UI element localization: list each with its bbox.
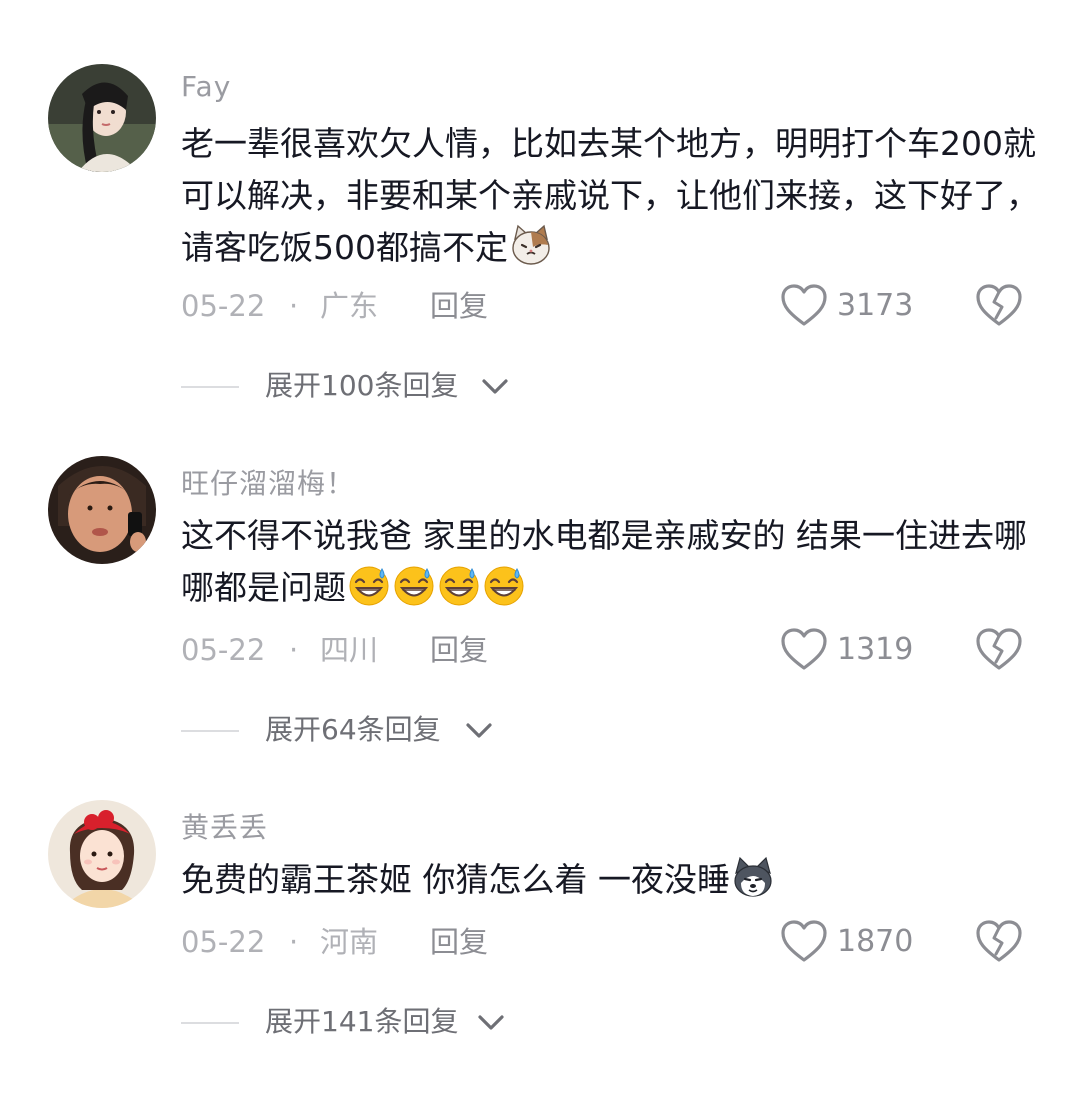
broken-heart-icon[interactable]	[974, 918, 1024, 966]
heart-icon[interactable]	[779, 282, 829, 330]
divider-line	[181, 730, 239, 732]
chevron-down-icon	[475, 1008, 507, 1036]
grinning-sweat-emoji-icon	[392, 563, 436, 607]
comment-username[interactable]: 黄丢丢	[181, 806, 268, 846]
comment-text: 老一辈很喜欢欠人情，比如去某个地方，明明打个车200就可以解决，非要和某个亲戚说…	[181, 124, 1039, 267]
broken-heart-icon[interactable]	[974, 282, 1024, 330]
expand-replies-label: 展开100条回复	[265, 369, 459, 402]
reply-button[interactable]: 回复	[430, 630, 488, 670]
heart-icon[interactable]	[779, 626, 829, 674]
divider-line	[181, 1022, 239, 1024]
grinning-sweat-emoji-icon	[482, 563, 526, 607]
grinning-sweat-emoji-icon	[347, 563, 391, 607]
comment-date: 05-22	[181, 289, 266, 323]
reply-button[interactable]: 回复	[430, 922, 488, 962]
comment-username[interactable]: Fay	[181, 70, 231, 103]
chevron-down-icon	[479, 372, 511, 400]
chevron-down-icon	[463, 716, 495, 744]
comment-username[interactable]: 旺仔溜溜梅！	[181, 462, 355, 502]
meta-separator: ·	[289, 633, 299, 667]
man-selfie-avatar-icon	[48, 456, 156, 564]
expand-replies-label: 展开64条回复	[265, 713, 441, 746]
meta-separator: ·	[289, 925, 299, 959]
woman-portrait-avatar-icon	[48, 64, 156, 172]
like-count: 1319	[837, 632, 914, 667]
meta-separator: ·	[289, 289, 299, 323]
comment-location: 四川	[320, 633, 379, 667]
comment-text: 这不得不说我爸 家里的水电都是亲戚安的 结果一住进去哪哪都是问题	[181, 516, 1027, 607]
comment-location: 广东	[320, 289, 379, 323]
broken-heart-icon[interactable]	[974, 626, 1024, 674]
girl-red-headband-avatar-icon	[48, 800, 156, 908]
grinning-sweat-emoji-icon	[437, 563, 481, 607]
like-count: 3173	[837, 288, 914, 323]
cat-face-emoji-icon	[512, 224, 550, 265]
heart-icon[interactable]	[779, 918, 829, 966]
reply-button[interactable]: 回复	[430, 286, 488, 326]
user-avatar[interactable]	[48, 64, 156, 172]
user-avatar[interactable]	[48, 456, 156, 564]
comment-text: 免费的霸王茶姬 你猜怎么着 一夜没睡	[181, 854, 1041, 906]
comment-date: 05-22	[181, 633, 266, 667]
comment-date: 05-22	[181, 925, 266, 959]
user-avatar[interactable]	[48, 800, 156, 908]
divider-line	[181, 386, 239, 388]
like-count: 1870	[837, 924, 914, 959]
comment-location: 河南	[320, 925, 379, 959]
husky-dog-emoji-icon	[734, 856, 772, 897]
expand-replies-label: 展开141条回复	[265, 1005, 459, 1038]
comment-meta: 05-22 · 河南 回复 1870	[181, 922, 1041, 962]
comment-meta: 05-22 · 广东 回复 3173	[181, 286, 1041, 326]
comment-meta: 05-22 · 四川 回复 1319	[181, 630, 1041, 670]
